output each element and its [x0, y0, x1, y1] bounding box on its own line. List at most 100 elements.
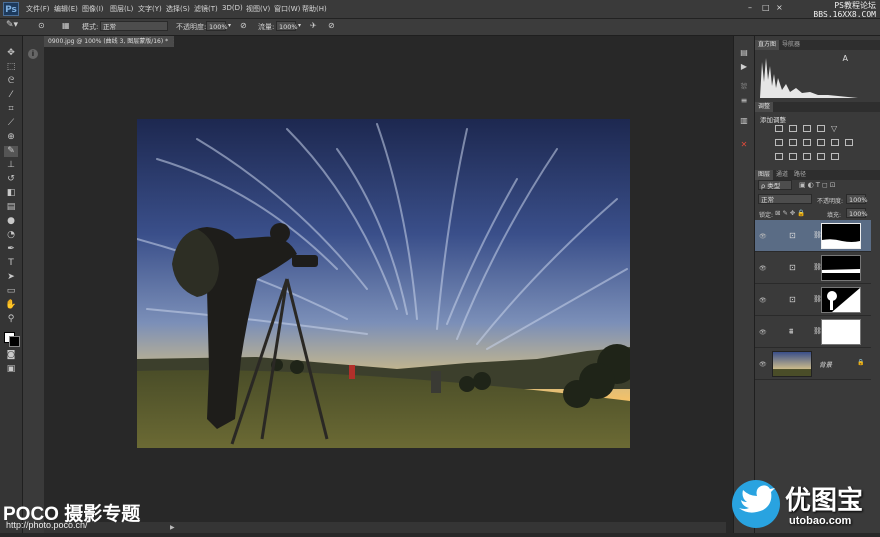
layer-mask-thumb[interactable]	[821, 319, 861, 345]
stamp-icon[interactable]: ⊥	[4, 160, 18, 171]
layer-filter-icons[interactable]: ▣◐T◻⊡	[799, 181, 838, 189]
fill-field[interactable]: 100%	[846, 208, 868, 218]
type-icon[interactable]: T	[4, 258, 18, 269]
brush-tool-icon[interactable]: ✎▾	[6, 20, 18, 30]
levels-icon[interactable]	[789, 125, 797, 132]
minimize-icon[interactable]: –	[748, 3, 752, 12]
shape-icon[interactable]: ▭	[4, 286, 18, 297]
document-tab[interactable]: 0900.jpg @ 100% (曲线 3, 图层蒙版/16) * ×	[44, 36, 174, 47]
layer-mask-thumb[interactable]	[821, 255, 861, 281]
actions-play-icon[interactable]: ▶	[738, 62, 750, 72]
background-color-swatch[interactable]	[9, 336, 20, 347]
zoom-icon[interactable]: ⚲	[4, 314, 18, 325]
info-icon[interactable]: i	[28, 49, 38, 59]
selective-color-icon[interactable]	[831, 153, 839, 160]
menu-edit[interactable]: 编辑(E)	[54, 4, 78, 14]
quick-mask-icon[interactable]: ◙	[4, 350, 18, 361]
tab-navigator[interactable]: 导航器	[779, 40, 803, 50]
window-controls[interactable]: – □ ×	[748, 3, 788, 13]
curves-icon[interactable]	[803, 125, 811, 132]
vibrance-icon[interactable]: ▽	[831, 125, 839, 133]
pressure-size-icon[interactable]: ⊘	[328, 21, 335, 30]
layer-row[interactable]: 👁 ⊡ ⛓	[755, 284, 871, 316]
tab-layers[interactable]: 图层	[755, 170, 774, 180]
maximize-icon[interactable]: □	[762, 3, 770, 12]
eye-icon[interactable]: 👁	[759, 297, 767, 304]
brush-size-icon[interactable]: ⊙	[38, 21, 45, 30]
layer-mask-thumb[interactable]	[821, 223, 861, 249]
menu-help[interactable]: 帮助(H)	[302, 4, 327, 14]
color-balance-icon[interactable]	[789, 139, 797, 146]
layer-mask-thumb[interactable]	[821, 287, 861, 313]
background-layer-thumb[interactable]	[772, 351, 812, 377]
color-lookup-icon[interactable]	[845, 139, 853, 146]
document-photo[interactable]	[137, 119, 630, 448]
lock-icons[interactable]: ⊠✎✥🔒	[775, 209, 807, 217]
background-layer-name[interactable]: 背景	[819, 359, 832, 369]
tab-histogram[interactable]: 直方图	[755, 40, 780, 50]
close-panel-icon[interactable]: ✕	[738, 140, 750, 150]
layer-row[interactable]: 👁 ⩩ ⛓	[755, 316, 871, 348]
screen-mode-icon[interactable]: ▣	[4, 364, 18, 375]
brightness-icon[interactable]	[775, 125, 783, 132]
move-icon[interactable]: ✥	[4, 48, 18, 59]
gradient-icon[interactable]: ▤	[4, 202, 18, 213]
document-close-icon[interactable]: ×	[173, 38, 174, 45]
brush-icon[interactable]: ✎	[4, 146, 18, 157]
eye-icon[interactable]: 👁	[759, 329, 767, 336]
tab-channels[interactable]: 通道	[773, 170, 791, 180]
pen-icon[interactable]: ✒	[4, 244, 18, 255]
brush-preset-icon[interactable]: ⛆	[738, 82, 750, 92]
brush-settings-icon[interactable]: ≡	[738, 96, 750, 106]
menu-layer[interactable]: 图层(L)	[110, 4, 133, 14]
layer-opacity-field[interactable]: 100%	[846, 194, 868, 204]
menu-3d[interactable]: 3D(D)	[222, 4, 243, 12]
layer-filter-select[interactable]: ρ 类型	[758, 180, 792, 190]
eye-icon[interactable]: 👁	[759, 265, 767, 272]
invert-icon[interactable]	[775, 153, 783, 160]
close-icon[interactable]: ×	[776, 3, 783, 12]
opacity-dropdown-icon[interactable]: ▾	[228, 22, 231, 29]
brush-panel-icon[interactable]: ▦	[62, 21, 70, 30]
flow-dropdown-icon[interactable]: ▾	[298, 22, 301, 29]
hue-sat-icon[interactable]	[775, 139, 783, 146]
exposure-icon[interactable]	[817, 125, 825, 132]
posterize-icon[interactable]	[789, 153, 797, 160]
crop-icon[interactable]: ⌗	[4, 104, 18, 115]
threshold-icon[interactable]	[803, 153, 811, 160]
channel-mixer-icon[interactable]	[831, 139, 839, 146]
layer-row[interactable]: 👁 背景 🔒	[755, 348, 871, 380]
marquee-icon[interactable]: ⬚	[4, 62, 18, 73]
gradient-map-icon[interactable]	[817, 153, 825, 160]
path-select-icon[interactable]: ➤	[4, 272, 18, 283]
eyedropper-icon[interactable]: ⟋	[4, 118, 18, 129]
menu-select[interactable]: 选择(S)	[166, 4, 190, 14]
quick-select-icon[interactable]: ⁄	[4, 90, 18, 101]
history-brush-icon[interactable]: ↺	[4, 174, 18, 185]
opacity-field[interactable]: 100%	[206, 21, 228, 31]
eraser-icon[interactable]: ◧	[4, 188, 18, 199]
healing-brush-icon[interactable]: ⊕	[4, 132, 18, 143]
menu-filter[interactable]: 滤镜(T)	[194, 4, 218, 14]
dodge-icon[interactable]: ◔	[4, 230, 18, 241]
hand-icon[interactable]: ✋	[4, 300, 18, 311]
menu-window[interactable]: 窗口(W)	[274, 4, 300, 14]
status-arrow-icon[interactable]: ▶	[170, 522, 175, 533]
blur-icon[interactable]: ●	[4, 216, 18, 227]
flow-field[interactable]: 100%	[276, 21, 298, 31]
history-icon[interactable]: ▤	[738, 48, 750, 58]
black-white-icon[interactable]	[803, 139, 811, 146]
histogram-warning[interactable]: A	[843, 54, 848, 63]
menu-file[interactable]: 文件(F)	[26, 4, 50, 14]
tab-adjustments[interactable]: 调整	[755, 102, 774, 112]
airbrush-icon[interactable]: ✈	[310, 21, 317, 30]
mode-select[interactable]: 正常	[100, 21, 168, 31]
eye-icon[interactable]: 👁	[759, 233, 767, 240]
pressure-opacity-icon[interactable]: ⊘	[240, 21, 247, 30]
photo-filter-icon[interactable]	[817, 139, 825, 146]
ps-logo[interactable]: Ps	[3, 2, 19, 16]
tab-paths[interactable]: 路径	[791, 170, 809, 180]
menu-type[interactable]: 文字(Y)	[138, 4, 162, 14]
lasso-icon[interactable]: ᘓ	[4, 76, 18, 87]
eye-icon[interactable]: 👁	[759, 361, 767, 368]
